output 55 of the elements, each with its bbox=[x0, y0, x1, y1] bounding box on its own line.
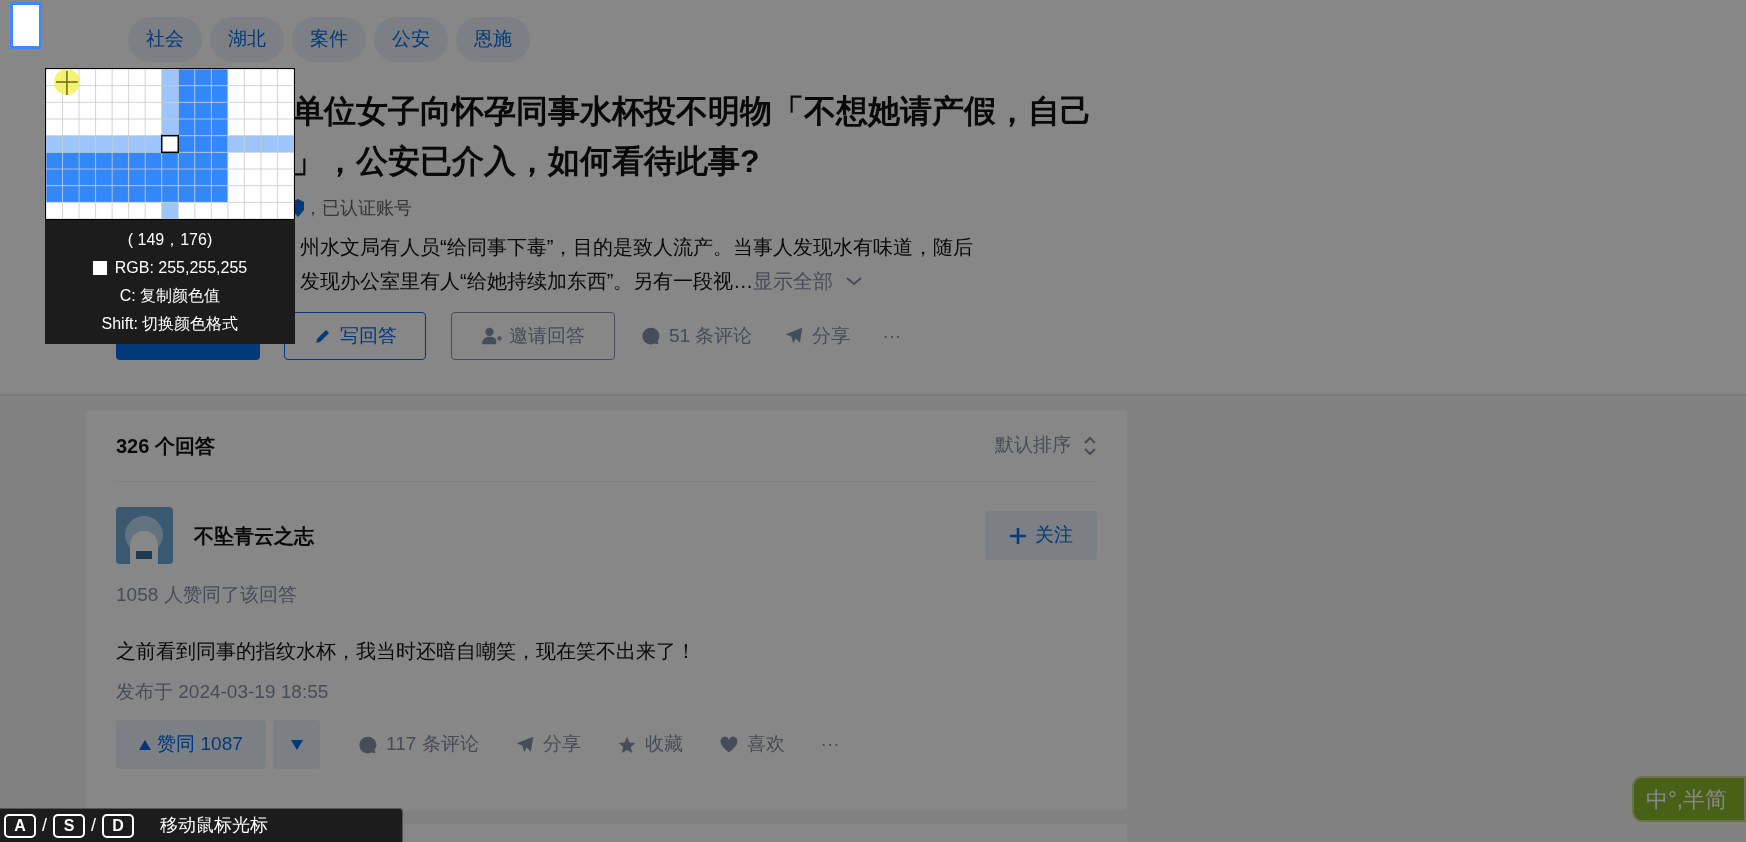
answer-content: 之前看到同事的指纹水杯，我当时还暗自嘲笑，现在笑不出来了！ bbox=[116, 638, 697, 664]
comments-link[interactable]: 117 条评论 bbox=[358, 730, 479, 759]
like-link[interactable]: 喜欢 bbox=[718, 730, 785, 759]
author-name[interactable]: 不坠青云之志 bbox=[194, 520, 314, 551]
question-title: 单位女子向怀孕同事水杯投不明物「不想她请产假，自己 bbox=[292, 92, 1093, 131]
chevron-down-icon bbox=[845, 275, 864, 287]
more-button[interactable]: ··· bbox=[820, 730, 840, 759]
upvote-button[interactable]: 赞同 1087 bbox=[116, 720, 266, 769]
color-swatch bbox=[92, 261, 107, 275]
add-person-icon bbox=[481, 326, 503, 346]
key-separator: / bbox=[42, 814, 47, 837]
comment-icon bbox=[358, 734, 378, 755]
ime-indicator[interactable]: 中°,半简 bbox=[1632, 776, 1746, 822]
answer-count: 326 个回答 bbox=[116, 433, 215, 459]
sort-chevrons-icon bbox=[1083, 434, 1097, 457]
question-excerpt: 发现办公室里有人“给她持续加东西”。另有一段视… bbox=[300, 269, 754, 294]
topic-tag[interactable]: 案件 bbox=[292, 17, 366, 62]
avatar[interactable] bbox=[116, 507, 173, 564]
pencil-icon bbox=[313, 327, 332, 345]
share-link[interactable]: 分享 bbox=[514, 730, 581, 759]
comment-icon bbox=[641, 326, 661, 346]
key-cap: D bbox=[102, 813, 135, 838]
plus-icon bbox=[1009, 526, 1027, 545]
favorite-link[interactable]: 收藏 bbox=[616, 730, 683, 759]
key-hint-label: 移动鼠标光标 bbox=[160, 814, 269, 837]
topic-tag[interactable]: 公安 bbox=[374, 17, 448, 62]
shortcut-hint: C: 复制颜色值 bbox=[119, 286, 221, 306]
publish-time: 发布于 2024-03-19 18:55 bbox=[116, 679, 330, 704]
sort-dropdown[interactable]: 默认排序 bbox=[995, 431, 1097, 460]
question-title: 」，公安已介入，如何看待此事? bbox=[292, 142, 761, 181]
paper-plane-icon bbox=[514, 734, 535, 755]
downvote-button[interactable] bbox=[273, 720, 320, 769]
key-cap: A bbox=[4, 813, 36, 838]
crosshair-cursor-icon bbox=[53, 69, 80, 96]
paper-plane-icon bbox=[784, 326, 805, 346]
question-excerpt: 州水文局有人员“给同事下毒”，目的是致人流产。当事人发现水有味道，随后 bbox=[300, 235, 975, 260]
author-meta: ，已认证账号 bbox=[304, 196, 412, 220]
key-separator: / bbox=[91, 814, 97, 837]
topic-tag[interactable]: 社会 bbox=[128, 17, 202, 62]
topic-tag[interactable]: 恩施 bbox=[456, 17, 530, 62]
share-link[interactable]: 分享 bbox=[784, 321, 851, 351]
show-all-link[interactable]: 显示全部 bbox=[753, 264, 834, 298]
comments-link[interactable]: 51 条评论 bbox=[641, 321, 753, 351]
triangle-up-icon bbox=[139, 739, 152, 750]
rgb-value: RGB: 255,255,255 bbox=[114, 258, 248, 278]
topic-tag[interactable]: 湖北 bbox=[210, 17, 284, 62]
upvote-summary: 1058 人赞同了该回答 bbox=[116, 583, 298, 607]
follow-button[interactable]: 关注 bbox=[985, 511, 1097, 560]
cursor-coordinates: ( 149，176) bbox=[127, 230, 213, 250]
more-button[interactable]: ··· bbox=[882, 321, 902, 351]
invite-answer-button[interactable]: 邀请回答 bbox=[451, 312, 615, 360]
shortcut-hint: Shift: 切换颜色格式 bbox=[101, 314, 239, 334]
heart-icon bbox=[718, 734, 739, 755]
key-cap: S bbox=[53, 813, 85, 838]
triangle-down-icon bbox=[290, 739, 303, 750]
